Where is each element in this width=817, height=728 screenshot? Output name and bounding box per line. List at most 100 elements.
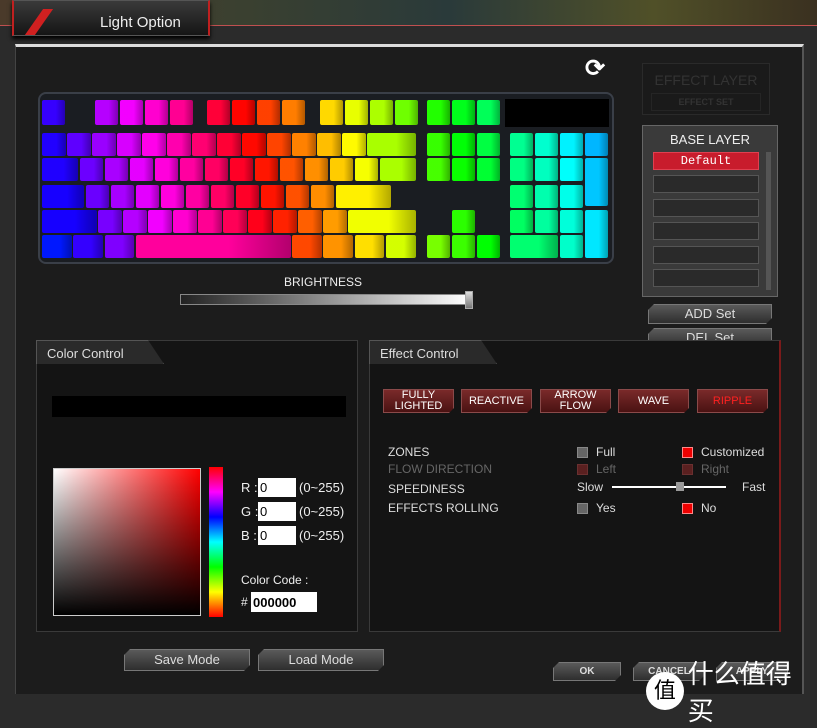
keyboard-key[interactable] xyxy=(560,210,583,233)
zones-customized-option[interactable]: Customized xyxy=(682,445,764,459)
keyboard-key[interactable] xyxy=(329,158,353,181)
base-layer-slot[interactable] xyxy=(653,269,759,287)
keyboard-key[interactable] xyxy=(385,235,416,258)
keyboard-key[interactable] xyxy=(145,100,168,125)
checkbox-left[interactable] xyxy=(577,463,588,475)
keyboard-key[interactable] xyxy=(154,158,178,181)
keyboard-key[interactable] xyxy=(79,158,103,181)
keyboard-key[interactable] xyxy=(427,100,450,125)
keyboard-key[interactable] xyxy=(267,133,291,156)
keyboard-key[interactable] xyxy=(242,133,266,156)
keyboard-key[interactable] xyxy=(42,133,66,156)
base-layer-slot[interactable] xyxy=(653,222,759,240)
keyboard-key[interactable] xyxy=(585,158,608,206)
brightness-slider[interactable] xyxy=(180,291,473,309)
keyboard-key[interactable] xyxy=(217,133,241,156)
keyboard-key[interactable] xyxy=(129,158,153,181)
keyboard-key[interactable] xyxy=(323,210,347,233)
keyboard-key[interactable] xyxy=(135,235,291,258)
keyboard-key[interactable] xyxy=(260,185,285,208)
keyboard-key[interactable] xyxy=(510,235,558,258)
keyboard-key[interactable] xyxy=(207,100,230,125)
keyboard-key[interactable] xyxy=(142,133,166,156)
keyboard-key[interactable] xyxy=(273,210,297,233)
speed-slider[interactable] xyxy=(612,482,726,491)
keyboard-key[interactable] xyxy=(232,100,255,125)
keyboard-key[interactable] xyxy=(248,210,272,233)
keyboard-key[interactable] xyxy=(73,235,103,258)
keyboard-key[interactable] xyxy=(585,133,608,156)
base-layer-slot[interactable] xyxy=(653,175,759,193)
keyboard-key[interactable] xyxy=(535,133,558,156)
keyboard-key[interactable] xyxy=(427,133,450,156)
keyboard-key[interactable] xyxy=(354,235,385,258)
keyboard-key[interactable] xyxy=(254,158,278,181)
tab-light-option[interactable]: Light Option xyxy=(12,0,210,36)
keyboard-key[interactable] xyxy=(204,158,228,181)
keyboard-key[interactable] xyxy=(452,235,475,258)
effect-set-slot[interactable]: EFFECT SET xyxy=(651,93,761,111)
keyboard-key[interactable] xyxy=(510,185,533,208)
keyboard-key[interactable] xyxy=(345,100,368,125)
flow-left-option[interactable]: Left xyxy=(577,462,616,476)
keyboard-key[interactable] xyxy=(477,158,500,181)
keyboard-key[interactable] xyxy=(285,185,310,208)
keyboard-key[interactable] xyxy=(235,185,260,208)
keyboard-key[interactable] xyxy=(320,100,343,125)
keyboard-key[interactable] xyxy=(42,100,65,125)
b-input[interactable] xyxy=(258,526,296,545)
base-layer-slot[interactable] xyxy=(653,199,759,217)
base-layer-slot[interactable] xyxy=(653,246,759,264)
save-mode-button[interactable]: Save Mode xyxy=(124,649,250,671)
speed-slider-handle[interactable] xyxy=(676,482,684,491)
refresh-icon[interactable]: ⟳ xyxy=(585,54,605,83)
keyboard-key[interactable] xyxy=(452,133,475,156)
keyboard-key[interactable] xyxy=(560,235,583,258)
keyboard-key[interactable] xyxy=(304,158,328,181)
keyboard-key[interactable] xyxy=(477,100,500,125)
rolling-yes-option[interactable]: Yes xyxy=(577,501,616,515)
keyboard-key[interactable] xyxy=(342,133,366,156)
keyboard-key[interactable] xyxy=(95,100,118,125)
keyboard-key[interactable] xyxy=(427,158,450,181)
keyboard-key[interactable] xyxy=(185,185,210,208)
keyboard-key[interactable] xyxy=(370,100,393,125)
load-mode-button[interactable]: Load Mode xyxy=(258,649,384,671)
mode-reactive-button[interactable]: REACTIVE xyxy=(461,389,532,413)
keyboard-key[interactable] xyxy=(510,210,533,233)
mode-fully-lighted-button[interactable]: FULLY LIGHTED xyxy=(383,389,454,413)
keyboard-key[interactable] xyxy=(67,133,91,156)
keyboard-key[interactable] xyxy=(310,185,335,208)
keyboard-key[interactable] xyxy=(170,100,193,125)
base-layer-scrollbar[interactable] xyxy=(766,152,771,290)
keyboard-key[interactable] xyxy=(323,235,353,258)
keyboard-key[interactable] xyxy=(585,210,608,258)
g-input[interactable] xyxy=(258,502,296,521)
keyboard-key[interactable] xyxy=(42,210,97,233)
ok-button[interactable]: OK xyxy=(553,662,621,681)
mode-wave-button[interactable]: WAVE xyxy=(618,389,689,413)
checkbox-right[interactable] xyxy=(682,463,693,475)
keyboard-key[interactable] xyxy=(292,133,316,156)
keyboard-key[interactable] xyxy=(452,100,475,125)
keyboard-key[interactable] xyxy=(367,133,416,156)
keyboard-key[interactable] xyxy=(279,158,303,181)
keyboard-key[interactable] xyxy=(292,235,322,258)
keyboard-key[interactable] xyxy=(560,133,583,156)
base-layer-slot-default[interactable]: Default xyxy=(653,152,759,170)
r-input[interactable] xyxy=(258,478,296,497)
keyboard-key[interactable] xyxy=(535,185,558,208)
keyboard-key[interactable] xyxy=(298,210,322,233)
keyboard-key[interactable] xyxy=(477,235,500,258)
keyboard-key[interactable] xyxy=(427,235,450,258)
color-code-input[interactable] xyxy=(251,592,317,612)
keyboard-key[interactable] xyxy=(535,158,558,181)
zones-full-option[interactable]: Full xyxy=(577,445,615,459)
keyboard-key[interactable] xyxy=(348,210,416,233)
hue-slider[interactable] xyxy=(209,467,223,617)
keyboard-key[interactable] xyxy=(282,100,305,125)
keyboard-key[interactable] xyxy=(98,210,122,233)
checkbox-yes[interactable] xyxy=(577,502,588,514)
keyboard-key[interactable] xyxy=(117,133,141,156)
keyboard-key[interactable] xyxy=(148,210,172,233)
